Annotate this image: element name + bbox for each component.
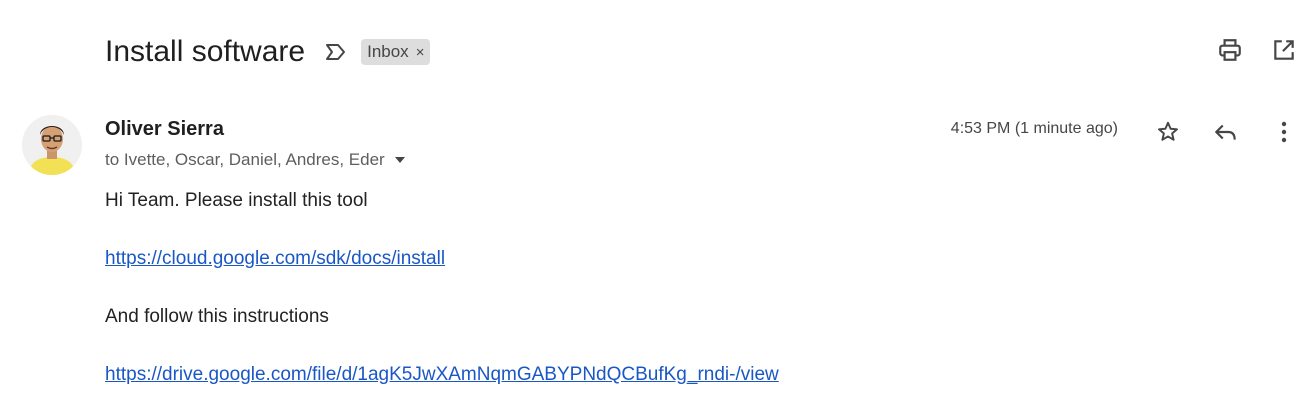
open-in-new-window-icon[interactable] — [1270, 36, 1298, 64]
body-line-greeting: Hi Team. Please install this tool — [105, 190, 368, 211]
email-subject: Install software — [105, 35, 306, 68]
remove-label-button[interactable]: × — [416, 45, 425, 60]
message-actions — [1154, 118, 1298, 146]
body-line-instructions: And follow this instructions — [105, 306, 329, 327]
importance-marker-icon[interactable] — [323, 41, 349, 63]
caret-down-icon[interactable] — [393, 153, 407, 167]
more-vert-icon[interactable] — [1270, 118, 1298, 146]
message-body: Hi Team. Please install this tool https:… — [105, 190, 779, 386]
label-chip-text: Inbox — [367, 42, 409, 61]
drive-link[interactable]: https://drive.google.com/file/d/1agK5JwX… — [105, 364, 779, 385]
sender-name[interactable]: Oliver Sierra — [105, 118, 224, 141]
subject-row: Install software Inbox × — [105, 30, 431, 74]
message-timestamp: 4:53 PM (1 minute ago) — [950, 120, 1118, 137]
print-icon[interactable] — [1216, 36, 1244, 64]
thread-actions — [1216, 36, 1298, 64]
inbox-label-chip[interactable]: Inbox × — [361, 39, 431, 65]
avatar[interactable] — [22, 115, 82, 175]
install-link[interactable]: https://cloud.google.com/sdk/docs/instal… — [105, 248, 445, 269]
recipients-line[interactable]: to Ivette, Oscar, Daniel, Andres, Eder — [105, 150, 407, 170]
email-view: Install software Inbox × Oliver Sierra t… — [0, 0, 1308, 408]
recipients-text: to Ivette, Oscar, Daniel, Andres, Eder — [105, 150, 385, 169]
star-icon[interactable] — [1154, 118, 1182, 146]
reply-icon[interactable] — [1212, 118, 1240, 146]
